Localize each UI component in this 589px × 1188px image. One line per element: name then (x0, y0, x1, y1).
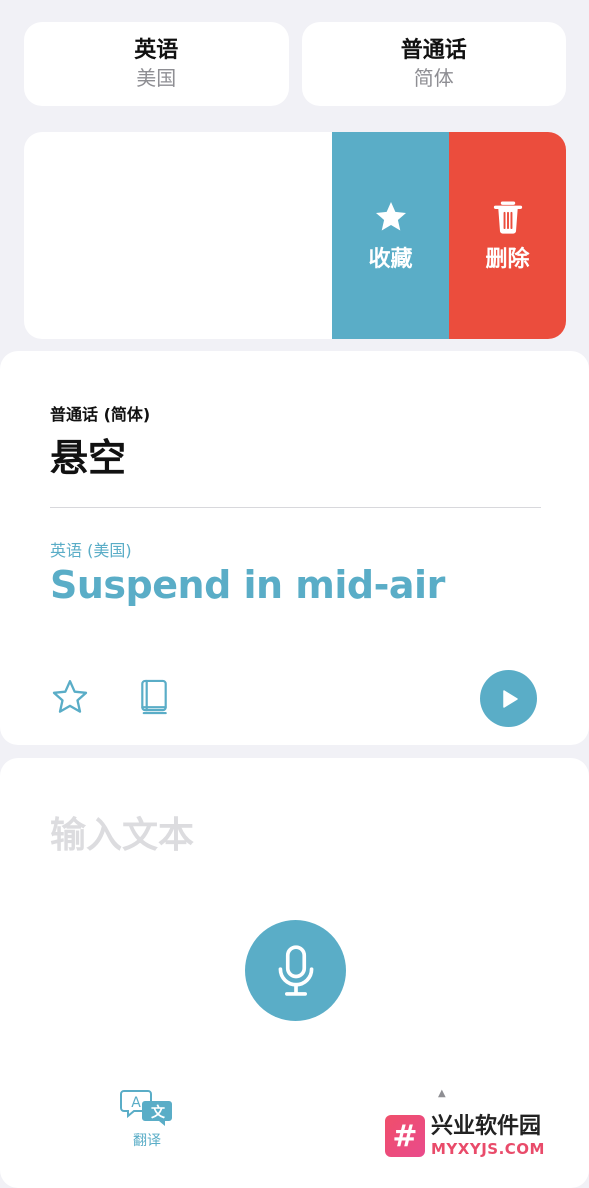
watermark-logo: # (385, 1115, 425, 1157)
target-language-name: 普通话 (400, 38, 467, 63)
watermark-title: 兴业软件园 (431, 1114, 542, 1139)
language-bar: 英语 美国 普通话 简体 (24, 22, 566, 106)
trash-icon (493, 200, 522, 234)
delete-swipe-label: 删除 (485, 246, 530, 272)
microphone-button[interactable] (245, 920, 346, 1021)
target-language-label: 英语 (美国) (50, 541, 132, 560)
caret-up-icon: ▲ (438, 1088, 446, 1099)
play-audio-button[interactable] (480, 670, 537, 727)
watermark: # 兴业软件园 MYXYJS.COM (385, 1110, 585, 1162)
source-text: 悬空 (50, 436, 127, 480)
favorite-button[interactable] (50, 677, 90, 717)
target-language-region: 简体 (413, 66, 454, 90)
text-input[interactable] (50, 810, 540, 860)
star-filled-icon (375, 201, 406, 230)
translate-icon-char: 文 (151, 1104, 166, 1121)
tab-translate-label: 翻译 (133, 1133, 161, 1149)
translation-result-card: 普通话 (简体) 悬空 英语 (美国) Suspend in mid-air (0, 351, 589, 745)
play-icon (502, 689, 518, 708)
source-language-button[interactable]: 英语 美国 (24, 22, 289, 106)
translate-icon-letter: A (131, 1095, 141, 1111)
translate-icon: A 文 (120, 1090, 172, 1126)
dictionary-button[interactable] (134, 677, 174, 717)
book-icon (141, 679, 167, 715)
favorite-swipe-button[interactable]: 收藏 (332, 132, 449, 339)
source-language-name: 英语 (134, 38, 179, 63)
star-outline-icon (52, 680, 88, 713)
tab-translate[interactable]: A 文 翻译 (112, 1088, 182, 1158)
source-language-label: 普通话 (简体) (50, 405, 151, 424)
translated-text: Suspend in mid-air (50, 563, 445, 607)
history-card-swiped[interactable]: 收藏 删除 (24, 132, 566, 339)
source-language-region: 美国 (136, 66, 177, 90)
watermark-url: MYXYJS.COM (431, 1140, 545, 1158)
divider (50, 507, 541, 508)
microphone-icon (278, 944, 313, 996)
delete-swipe-button[interactable]: 删除 (449, 132, 566, 339)
favorite-swipe-label: 收藏 (368, 246, 413, 272)
target-language-button[interactable]: 普通话 简体 (301, 22, 566, 106)
